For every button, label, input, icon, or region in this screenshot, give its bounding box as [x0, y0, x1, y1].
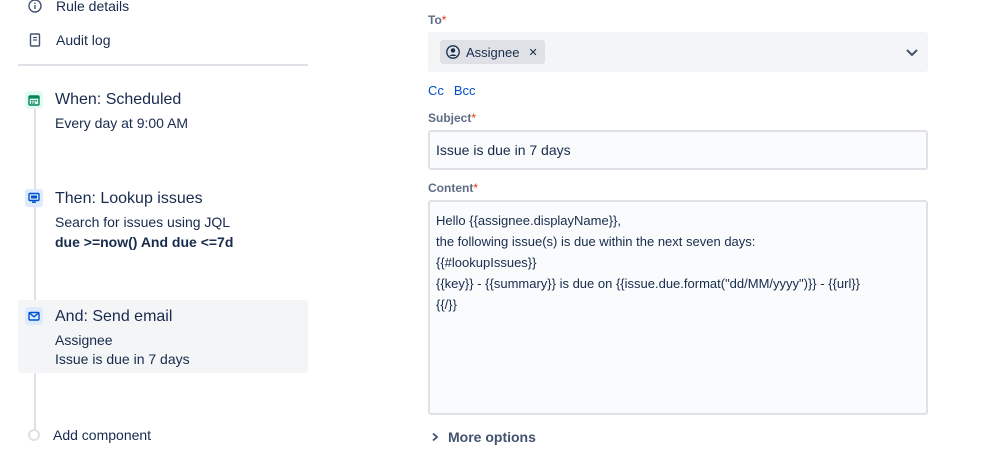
- add-component-dot-icon: [28, 429, 40, 441]
- step-description: Search for issues using JQL: [55, 214, 231, 230]
- bcc-link[interactable]: Bcc: [454, 83, 476, 98]
- to-label: To*: [428, 13, 446, 27]
- content-line: Hello {{assignee.displayName}},: [436, 213, 622, 228]
- step-title: When: Scheduled: [55, 91, 182, 108]
- more-options-toggle[interactable]: More options: [430, 429, 536, 445]
- chevron-down-icon[interactable]: [904, 44, 920, 60]
- rule-step-send-email[interactable]: And: Send email Assignee Issue is due in…: [18, 300, 308, 373]
- content-label-text: Content: [428, 181, 474, 195]
- add-component-button[interactable]: Add component: [28, 427, 151, 443]
- required-mark: *: [441, 13, 447, 27]
- subject-label-text: Subject: [428, 111, 472, 125]
- step-jql-query: due >=now() And due <=7d: [55, 234, 234, 250]
- step-title: Then: Lookup issues: [55, 190, 203, 207]
- content-line: the following issue(s) is due within the…: [436, 234, 756, 249]
- nav-audit-log-label: Audit log: [56, 32, 111, 48]
- user-avatar-icon: [446, 45, 460, 59]
- recipient-chip: Assignee ✕: [440, 40, 545, 64]
- rule-step-lookup[interactable]: Then: Lookup issues Search for issues us…: [18, 183, 308, 263]
- mail-icon: [25, 307, 43, 325]
- step-subject: Issue is due in 7 days: [55, 351, 190, 367]
- step-title: And: Send email: [55, 308, 173, 325]
- cc-bcc-links: Cc Bcc: [428, 83, 476, 98]
- nav-divider: [18, 64, 308, 66]
- rule-timeline: [34, 104, 36, 434]
- to-select[interactable]: Assignee ✕: [428, 32, 928, 72]
- content-label: Content*: [428, 181, 478, 195]
- nav-audit-log[interactable]: Audit log: [28, 32, 110, 48]
- info-icon: [28, 0, 42, 13]
- subject-input[interactable]: Issue is due in 7 days: [428, 130, 928, 170]
- chevron-right-icon: [432, 432, 439, 442]
- nav-rule-details-label: Rule details: [56, 0, 130, 14]
- content-line: {{/}}: [436, 297, 457, 312]
- to-label-text: To: [428, 13, 442, 27]
- rule-step-trigger[interactable]: When: Scheduled Every day at 9:00 AM: [18, 84, 308, 144]
- remove-chip-icon[interactable]: ✕: [528, 46, 537, 59]
- nav-rule-details[interactable]: Rule details: [28, 0, 129, 14]
- required-mark: *: [471, 111, 477, 125]
- document-icon: [29, 33, 41, 47]
- content-textarea[interactable]: Hello {{assignee.displayName}}, the foll…: [428, 200, 928, 415]
- add-component-label: Add component: [53, 427, 152, 443]
- content-line: {{key}} - {{summary}} is due on {{issue.…: [436, 276, 861, 291]
- step-recipient: Assignee: [55, 332, 113, 348]
- content-line: {{#lookupIssues}}: [436, 255, 537, 270]
- subject-label: Subject*: [428, 111, 476, 125]
- calendar-icon: [25, 91, 43, 109]
- more-options-label: More options: [448, 429, 536, 445]
- required-mark: *: [473, 181, 478, 195]
- recipient-chip-label: Assignee: [466, 44, 520, 60]
- cc-link[interactable]: Cc: [428, 83, 444, 98]
- monitor-icon: [25, 189, 43, 207]
- step-description: Every day at 9:00 AM: [55, 115, 189, 131]
